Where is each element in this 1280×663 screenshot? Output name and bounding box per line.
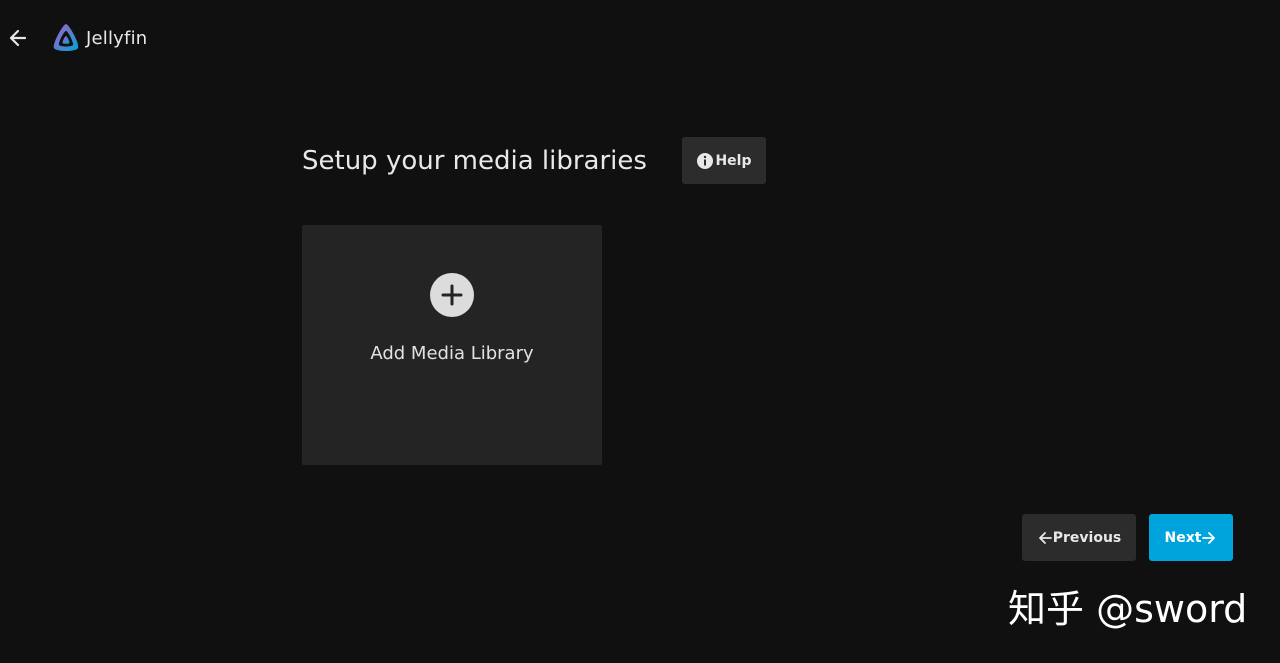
arrow-right-icon (1201, 530, 1217, 546)
help-label: Help (715, 152, 752, 169)
add-media-library-label: Add Media Library (370, 343, 534, 364)
setup-wizard-page: Jellyfin Setup your media libraries Help… (0, 0, 1280, 663)
brand-name: Jellyfin (86, 27, 148, 49)
page-title: Setup your media libraries (302, 146, 647, 176)
help-button[interactable]: Help (682, 137, 766, 184)
previous-button[interactable]: Previous (1022, 514, 1136, 561)
plus-icon (430, 273, 474, 317)
next-button[interactable]: Next (1149, 514, 1233, 561)
next-label: Next (1164, 529, 1202, 546)
back-button[interactable] (4, 24, 32, 52)
watermark: 知乎 @sword (1008, 587, 1248, 631)
info-icon (696, 152, 714, 170)
arrow-left-icon (9, 29, 27, 47)
logo[interactable]: Jellyfin (50, 22, 147, 54)
add-media-library-card[interactable]: Add Media Library (302, 225, 602, 465)
previous-label: Previous (1052, 529, 1122, 546)
arrow-left-icon (1037, 530, 1053, 546)
jellyfin-logo-icon (53, 24, 79, 51)
header: Jellyfin (0, 0, 1280, 76)
